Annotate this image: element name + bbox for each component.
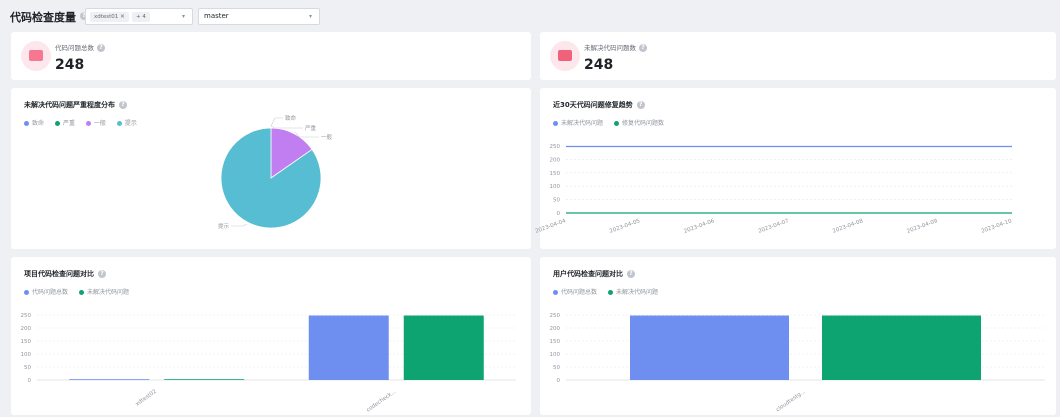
pie-label: 致命 [285, 114, 297, 122]
chevron-down-icon: ▾ [308, 13, 312, 20]
repo-tag-label: xdtest01 [94, 14, 119, 20]
bar [403, 315, 484, 380]
stat-label-text: 未解决代码问题数 [584, 44, 636, 52]
page-header: 代码检查度量 ? xdtest01 ✕ + 4 ▾ master ▾ [0, 0, 1060, 30]
bar [308, 315, 389, 380]
stat-value: 248 [584, 57, 614, 73]
y-tick-label: 150 [21, 339, 32, 345]
y-tick-label: 50 [24, 365, 31, 371]
x-tick-label: cloudtestg... [775, 389, 807, 414]
stat-label: 代码问题总数? [55, 42, 105, 52]
help-icon[interactable]: ? [639, 44, 647, 52]
trend-chart: 0 50 100 150 200 250 2023-04-04 2023-04-05 2023-… [535, 144, 1014, 235]
bar [822, 315, 981, 380]
x-tick-label: xdtest02 [135, 389, 158, 408]
trend-line-card: 近30天代码问题修复趋势? 未解决代码问题 修复代码问题数 0 50 100 150 2… [535, 88, 1056, 249]
page-title-text: 代码检查度量 [10, 11, 76, 24]
close-icon[interactable]: ✕ [120, 14, 125, 20]
y-tick-label: 100 [550, 184, 561, 190]
pie-leader-line [270, 117, 283, 127]
repo-tag[interactable]: xdtest01 ✕ [90, 12, 129, 22]
y-tick-label: 100 [21, 352, 32, 358]
user-bar-chart: 0 50 100 150 200 250 cloudtestg... [550, 313, 1045, 414]
bar [164, 379, 245, 380]
pie-leader-line [270, 125, 303, 129]
stat-total-icon [21, 41, 51, 71]
more-tag: + 4 [132, 12, 150, 22]
stat-unresolved-icon [550, 41, 580, 71]
y-tick-label: 0 [557, 378, 561, 384]
bar [69, 379, 150, 380]
y-tick-label: 50 [553, 198, 560, 204]
bar [630, 315, 789, 380]
x-tick-label: 2023-04-06 [683, 218, 716, 235]
pie-leader-line [294, 131, 319, 138]
x-tick-label: 2023-04-09 [906, 218, 939, 235]
user-bar-card: 用户代码检查问题对比? 代码问题总数 未解决代码问题 0 50 100 150 200 2… [540, 257, 1056, 415]
stat-value: 248 [55, 57, 85, 73]
y-tick-label: 0 [28, 378, 32, 384]
severity-pie-card: 未解决代码问题严重程度分布? 致命 严重 一般 提示 致命 严重 一般 提示 [11, 88, 531, 249]
x-tick-label: 2023-04-10 [981, 218, 1014, 235]
stat-card-total: 代码问题总数? 248 [11, 32, 531, 80]
y-tick-label: 250 [550, 313, 561, 319]
y-tick-label: 50 [553, 365, 560, 371]
y-tick-label: 200 [21, 326, 32, 332]
pie-chart: 致命严重一般提示 [218, 114, 333, 230]
chevron-down-icon: ▾ [181, 13, 185, 20]
y-tick-label: 150 [550, 171, 561, 177]
y-tick-label: 150 [550, 339, 561, 345]
branch-select[interactable]: master ▾ [198, 8, 320, 25]
pie-label: 一般 [321, 133, 333, 141]
page-title: 代码检查度量 ? [10, 9, 88, 25]
repo-select[interactable]: xdtest01 ✕ + 4 ▾ [85, 8, 193, 25]
stat-card-unresolved: 未解决代码问题数? 248 [540, 32, 1056, 80]
x-tick-label: 2023-04-05 [609, 218, 642, 235]
pie-label: 提示 [218, 222, 230, 230]
project-bar-card: 项目代码检查问题对比? 代码问题总数 未解决代码问题 0 50 100 150 200 2… [11, 257, 531, 415]
x-tick-label: 2023-04-04 [535, 218, 568, 235]
help-icon[interactable]: ? [97, 44, 105, 52]
y-tick-label: 0 [557, 211, 561, 217]
project-bar-chart: 0 50 100 150 200 250 xdtest02 codecheck... [21, 313, 516, 414]
stat-label: 未解决代码问题数? [584, 42, 647, 52]
stat-label-text: 代码问题总数 [55, 44, 94, 52]
pie-label: 严重 [305, 124, 317, 132]
y-tick-label: 250 [21, 313, 32, 319]
x-tick-label: 2023-04-07 [758, 218, 791, 235]
branch-value: master [204, 12, 229, 20]
x-tick-label: codecheck... [366, 389, 398, 414]
y-tick-label: 100 [550, 352, 561, 358]
pie-leader-line [231, 223, 248, 227]
y-tick-label: 200 [550, 157, 561, 163]
x-tick-label: 2023-04-08 [832, 218, 865, 235]
y-tick-label: 250 [550, 144, 561, 150]
y-tick-label: 200 [550, 326, 561, 332]
